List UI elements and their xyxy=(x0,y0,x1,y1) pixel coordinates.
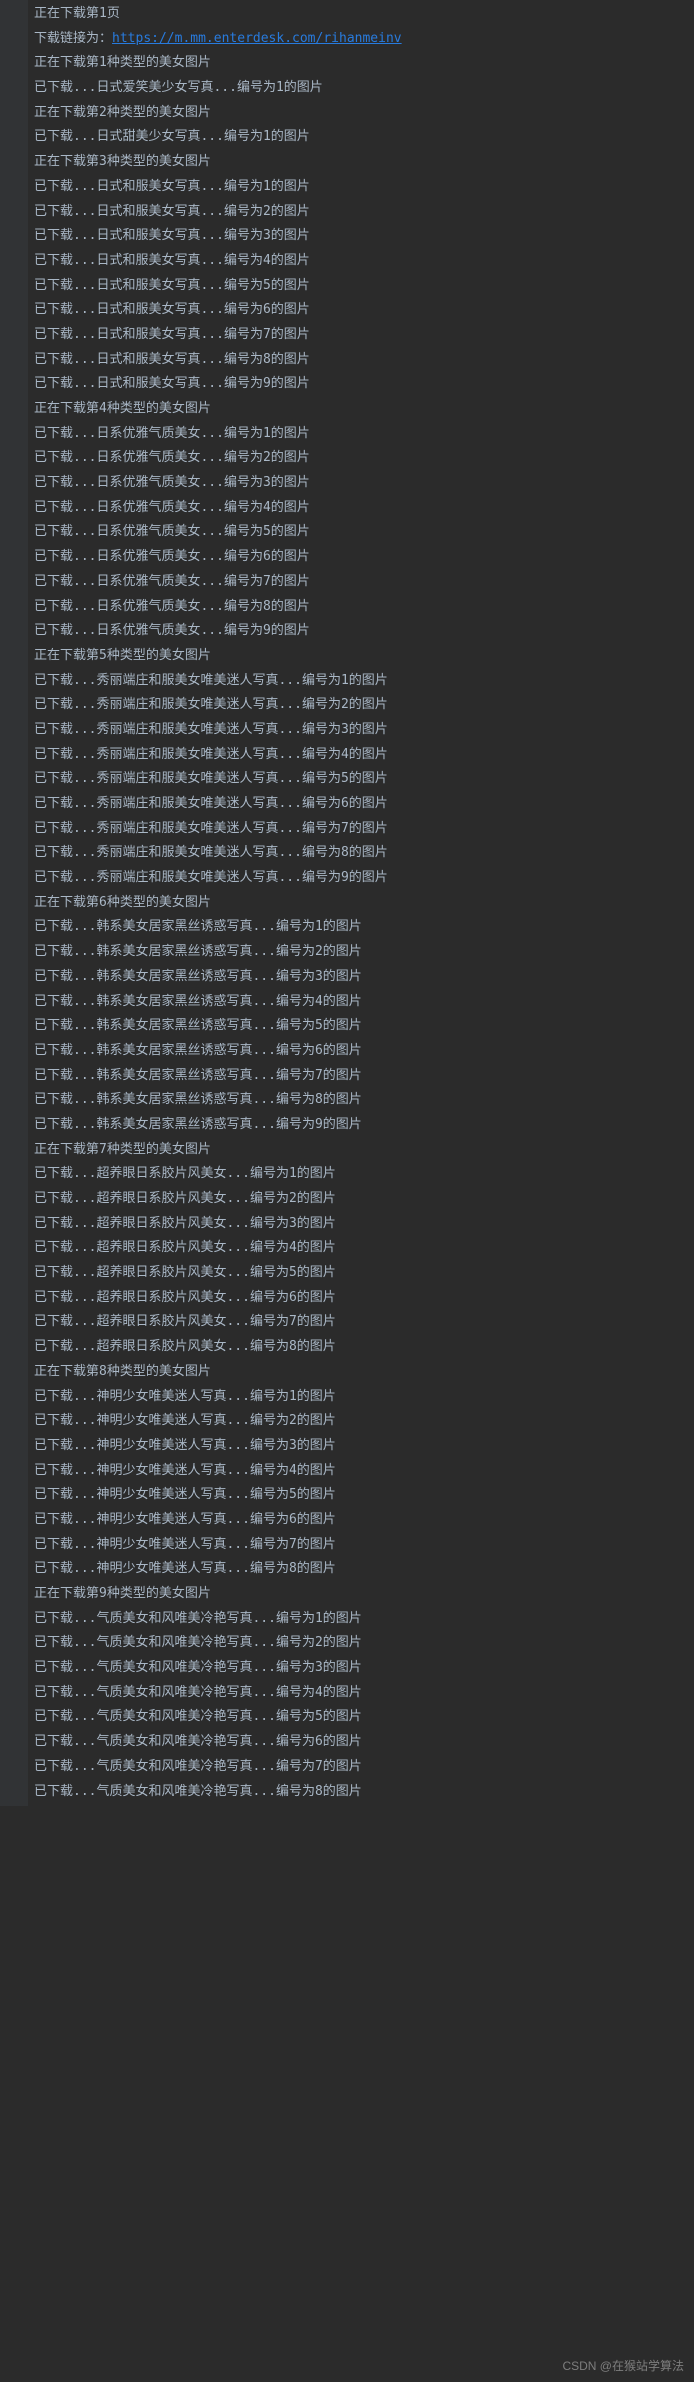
download-item: 已下载...韩系美女居家黑丝诱惑写真...编号为9的图片 xyxy=(34,1113,686,1138)
download-item: 已下载...日系优雅气质美女...编号为2的图片 xyxy=(34,446,686,471)
download-item: 已下载...超养眼日系胶片风美女...编号为5的图片 xyxy=(34,1261,686,1286)
download-item: 已下载...秀丽端庄和服美女唯美迷人写真...编号为5的图片 xyxy=(34,767,686,792)
download-item: 已下载...气质美女和风唯美冷艳写真...编号为3的图片 xyxy=(34,1656,686,1681)
download-item: 已下载...韩系美女居家黑丝诱惑写真...编号为3的图片 xyxy=(34,965,686,990)
download-item: 已下载...超养眼日系胶片风美女...编号为4的图片 xyxy=(34,1236,686,1261)
download-item: 已下载...气质美女和风唯美冷艳写真...编号为7的图片 xyxy=(34,1755,686,1780)
watermark: CSDN @在猴站学算法 xyxy=(562,2355,684,2378)
category-heading: 正在下载第7种类型的美女图片 xyxy=(34,1138,686,1163)
download-item: 已下载...秀丽端庄和服美女唯美迷人写真...编号为7的图片 xyxy=(34,817,686,842)
download-item: 已下载...日系优雅气质美女...编号为3的图片 xyxy=(34,471,686,496)
download-item: 已下载...日系优雅气质美女...编号为1的图片 xyxy=(34,422,686,447)
download-item: 已下载...秀丽端庄和服美女唯美迷人写真...编号为2的图片 xyxy=(34,693,686,718)
download-item: 已下载...气质美女和风唯美冷艳写真...编号为6的图片 xyxy=(34,1730,686,1755)
download-item: 已下载...日式甜美少女写真...编号为1的图片 xyxy=(34,125,686,150)
download-item: 已下载...日式爱笑美少女写真...编号为1的图片 xyxy=(34,76,686,101)
download-item: 已下载...秀丽端庄和服美女唯美迷人写真...编号为4的图片 xyxy=(34,743,686,768)
download-item: 已下载...日式和服美女写真...编号为2的图片 xyxy=(34,200,686,225)
output-line-url: 下载链接为：https://m.mm.enterdesk.com/rihanme… xyxy=(34,27,686,52)
download-item: 已下载...韩系美女居家黑丝诱惑写真...编号为2的图片 xyxy=(34,940,686,965)
download-item: 已下载...日式和服美女写真...编号为9的图片 xyxy=(34,372,686,397)
download-item: 已下载...日式和服美女写真...编号为5的图片 xyxy=(34,274,686,299)
category-heading: 正在下载第4种类型的美女图片 xyxy=(34,397,686,422)
download-item: 已下载...韩系美女居家黑丝诱惑写真...编号为4的图片 xyxy=(34,990,686,1015)
download-item: 已下载...气质美女和风唯美冷艳写真...编号为1的图片 xyxy=(34,1607,686,1632)
download-item: 已下载...韩系美女居家黑丝诱惑写真...编号为8的图片 xyxy=(34,1088,686,1113)
download-item: 已下载...超养眼日系胶片风美女...编号为7的图片 xyxy=(34,1310,686,1335)
download-item: 已下载...气质美女和风唯美冷艳写真...编号为5的图片 xyxy=(34,1705,686,1730)
download-item: 已下载...秀丽端庄和服美女唯美迷人写真...编号为3的图片 xyxy=(34,718,686,743)
category-heading: 正在下载第3种类型的美女图片 xyxy=(34,150,686,175)
download-item: 已下载...神明少女唯美迷人写真...编号为5的图片 xyxy=(34,1483,686,1508)
download-item: 已下载...日式和服美女写真...编号为4的图片 xyxy=(34,249,686,274)
download-item: 已下载...秀丽端庄和服美女唯美迷人写真...编号为1的图片 xyxy=(34,669,686,694)
download-item: 已下载...日式和服美女写真...编号为1的图片 xyxy=(34,175,686,200)
download-item: 已下载...神明少女唯美迷人写真...编号为3的图片 xyxy=(34,1434,686,1459)
category-heading: 正在下载第1种类型的美女图片 xyxy=(34,51,686,76)
download-item: 已下载...超养眼日系胶片风美女...编号为2的图片 xyxy=(34,1187,686,1212)
download-item: 已下载...日式和服美女写真...编号为6的图片 xyxy=(34,298,686,323)
download-item: 已下载...神明少女唯美迷人写真...编号为6的图片 xyxy=(34,1508,686,1533)
download-item: 已下载...秀丽端庄和服美女唯美迷人写真...编号为6的图片 xyxy=(34,792,686,817)
download-item: 已下载...超养眼日系胶片风美女...编号为8的图片 xyxy=(34,1335,686,1360)
download-item: 已下载...神明少女唯美迷人写真...编号为8的图片 xyxy=(34,1557,686,1582)
download-item: 已下载...超养眼日系胶片风美女...编号为6的图片 xyxy=(34,1286,686,1311)
download-item: 已下载...神明少女唯美迷人写真...编号为2的图片 xyxy=(34,1409,686,1434)
download-item: 已下载...日系优雅气质美女...编号为4的图片 xyxy=(34,496,686,521)
url-prefix: 下载链接为： xyxy=(34,31,112,46)
download-item: 已下载...神明少女唯美迷人写真...编号为1的图片 xyxy=(34,1385,686,1410)
category-heading: 正在下载第5种类型的美女图片 xyxy=(34,644,686,669)
download-item: 已下载...日系优雅气质美女...编号为9的图片 xyxy=(34,619,686,644)
download-item: 已下载...秀丽端庄和服美女唯美迷人写真...编号为8的图片 xyxy=(34,841,686,866)
download-item: 已下载...韩系美女居家黑丝诱惑写真...编号为6的图片 xyxy=(34,1039,686,1064)
download-item: 已下载...超养眼日系胶片风美女...编号为3的图片 xyxy=(34,1212,686,1237)
download-item: 已下载...秀丽端庄和服美女唯美迷人写真...编号为9的图片 xyxy=(34,866,686,891)
download-item: 已下载...超养眼日系胶片风美女...编号为1的图片 xyxy=(34,1162,686,1187)
download-item: 已下载...日式和服美女写真...编号为3的图片 xyxy=(34,224,686,249)
download-item: 已下载...气质美女和风唯美冷艳写真...编号为2的图片 xyxy=(34,1631,686,1656)
download-url[interactable]: https://m.mm.enterdesk.com/rihanmeinv xyxy=(112,31,402,46)
output-line: 正在下载第1页 xyxy=(34,2,686,27)
download-item: 已下载...神明少女唯美迷人写真...编号为4的图片 xyxy=(34,1459,686,1484)
download-item: 已下载...日式和服美女写真...编号为7的图片 xyxy=(34,323,686,348)
console-output: 正在下载第1页 下载链接为：https://m.mm.enterdesk.com… xyxy=(28,0,694,1806)
category-heading: 正在下载第6种类型的美女图片 xyxy=(34,891,686,916)
download-item: 已下载...日系优雅气质美女...编号为8的图片 xyxy=(34,595,686,620)
category-heading: 正在下载第8种类型的美女图片 xyxy=(34,1360,686,1385)
download-item: 已下载...气质美女和风唯美冷艳写真...编号为8的图片 xyxy=(34,1780,686,1805)
download-item: 已下载...韩系美女居家黑丝诱惑写真...编号为7的图片 xyxy=(34,1064,686,1089)
download-item: 已下载...韩系美女居家黑丝诱惑写真...编号为1的图片 xyxy=(34,915,686,940)
category-heading: 正在下载第2种类型的美女图片 xyxy=(34,101,686,126)
download-item: 已下载...韩系美女居家黑丝诱惑写真...编号为5的图片 xyxy=(34,1014,686,1039)
category-heading: 正在下载第9种类型的美女图片 xyxy=(34,1582,686,1607)
download-item: 已下载...日系优雅气质美女...编号为7的图片 xyxy=(34,570,686,595)
editor-gutter xyxy=(0,0,28,1806)
download-item: 已下载...日系优雅气质美女...编号为6的图片 xyxy=(34,545,686,570)
download-item: 已下载...气质美女和风唯美冷艳写真...编号为4的图片 xyxy=(34,1681,686,1706)
download-item: 已下载...神明少女唯美迷人写真...编号为7的图片 xyxy=(34,1533,686,1558)
download-item: 已下载...日式和服美女写真...编号为8的图片 xyxy=(34,348,686,373)
download-item: 已下载...日系优雅气质美女...编号为5的图片 xyxy=(34,520,686,545)
